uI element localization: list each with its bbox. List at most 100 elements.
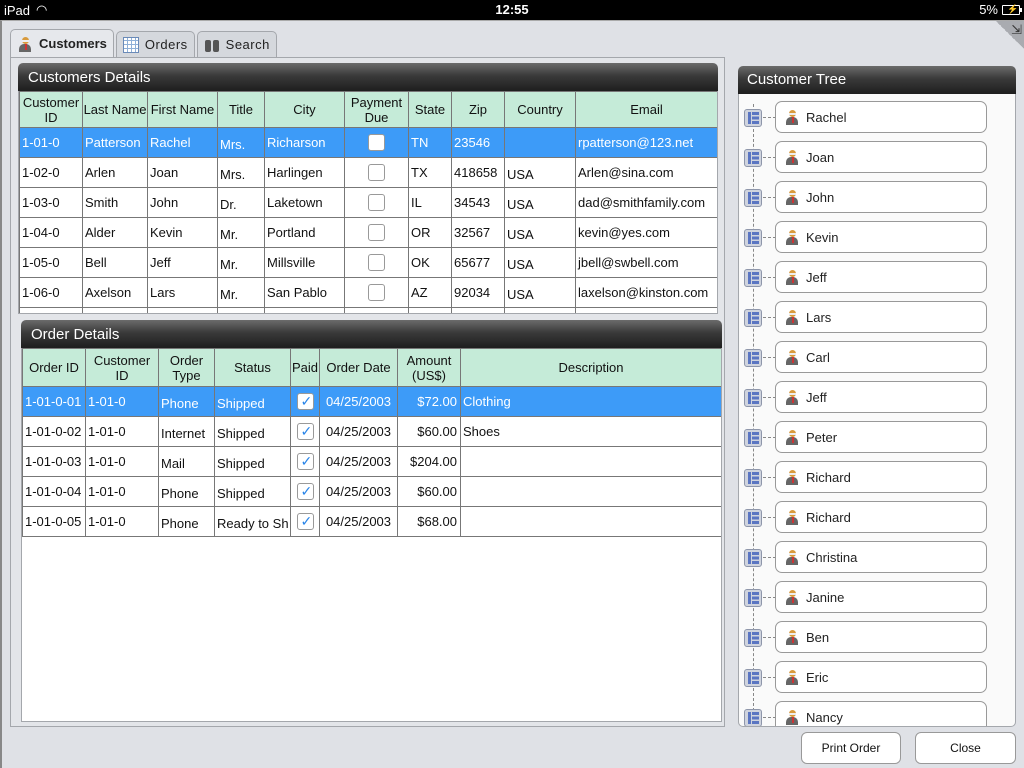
tree-node-icon[interactable] bbox=[744, 149, 762, 167]
tree-item[interactable]: Carl bbox=[739, 336, 1015, 376]
customer-tree[interactable]: Rachel Joan John Kevin Jeff Lars Carl Jeff Peter… bbox=[738, 94, 1016, 727]
last-cell: Bell bbox=[82, 247, 148, 278]
tree-node-label: Richard bbox=[806, 509, 851, 525]
type-cell: Phone bbox=[158, 476, 215, 507]
tree-node-icon[interactable] bbox=[744, 429, 762, 447]
tree-node-icon[interactable] bbox=[744, 269, 762, 287]
tree-node-card[interactable]: Richard bbox=[775, 501, 987, 533]
tab-search[interactable]: Search bbox=[196, 31, 277, 57]
tab-customers[interactable]: Customers bbox=[10, 29, 114, 57]
tree-node-card[interactable]: Janine bbox=[775, 581, 987, 613]
tree-node-card[interactable]: Christina bbox=[775, 541, 987, 573]
paid-checkbox[interactable] bbox=[296, 423, 314, 441]
tree-item[interactable]: Lars bbox=[739, 296, 1015, 336]
tree-node-card[interactable]: Peter bbox=[775, 421, 987, 453]
table-row[interactable]: 1-01-0-051-01-0PhoneReady to Sh 04/25/200… bbox=[22, 506, 721, 537]
table-row[interactable]: 1-03-0 Smith John Dr. Laketown IL 34543 USA dad@… bbox=[19, 187, 717, 218]
tree-node-card[interactable]: Lars bbox=[775, 301, 987, 333]
tree-node-icon[interactable] bbox=[744, 229, 762, 247]
customer-tree-panel: Customer Tree Rachel Joan John Kevin Jeff Lar… bbox=[738, 66, 1016, 727]
tree-node-icon[interactable] bbox=[744, 109, 762, 127]
state-cell: TN bbox=[408, 127, 452, 158]
column-header: Status bbox=[214, 348, 291, 387]
amount-cell: $60.00 bbox=[397, 416, 461, 447]
tree-node-icon[interactable] bbox=[744, 669, 762, 687]
first-cell: Kevin bbox=[147, 217, 218, 248]
table-row[interactable]: 1-06-0 Axelson Lars Mr. San Pablo AZ 92034 USA l… bbox=[19, 277, 717, 308]
tree-node-card[interactable]: Joan bbox=[775, 141, 987, 173]
battery-percent: 5% bbox=[979, 2, 998, 17]
paid-checkbox[interactable] bbox=[296, 453, 314, 471]
print-order-button[interactable]: Print Order bbox=[801, 732, 901, 764]
tree-node-card[interactable]: Eric bbox=[775, 661, 987, 693]
tree-item[interactable]: Christina bbox=[739, 536, 1015, 576]
tree-item[interactable]: Ben bbox=[739, 616, 1015, 656]
tree-node-card[interactable]: Richard bbox=[775, 461, 987, 493]
table-row[interactable]: 1-01-0-031-01-0MailShipped 04/25/2003$204… bbox=[22, 446, 721, 477]
desc-cell: Clothing bbox=[460, 386, 721, 417]
paid-checkbox[interactable] bbox=[296, 513, 314, 531]
table-row[interactable]: 1-01-0-021-01-0InternetShipped 04/25/2003… bbox=[22, 416, 721, 447]
paid-checkbox[interactable] bbox=[296, 393, 314, 411]
tree-node-card[interactable]: Rachel bbox=[775, 101, 987, 133]
tab-label: Search bbox=[225, 37, 270, 52]
type-cell: Phone bbox=[158, 506, 215, 537]
payment-due-checkbox[interactable] bbox=[368, 224, 385, 242]
payment-due-checkbox[interactable] bbox=[368, 254, 385, 272]
tree-node-icon[interactable] bbox=[744, 629, 762, 647]
payment-due-checkbox[interactable] bbox=[368, 284, 385, 302]
column-header: Title bbox=[217, 91, 265, 128]
tree-node-card[interactable]: Ben bbox=[775, 621, 987, 653]
paid-checkbox[interactable] bbox=[296, 483, 314, 501]
person-icon bbox=[784, 309, 800, 325]
tree-node-card[interactable]: Jeff bbox=[775, 381, 987, 413]
tab-orders[interactable]: Orders bbox=[115, 31, 195, 57]
desc-cell: Shoes bbox=[460, 416, 721, 447]
tree-node-card[interactable]: Jeff bbox=[775, 261, 987, 293]
table-row[interactable]: 1-01-0 Patterson Rachel Mrs. Richarson TN 2354… bbox=[19, 127, 717, 158]
tree-item[interactable]: Peter bbox=[739, 416, 1015, 456]
column-header: Order Type bbox=[158, 348, 215, 387]
tree-node-icon[interactable] bbox=[744, 589, 762, 607]
tree-item[interactable]: John bbox=[739, 176, 1015, 216]
country-cell: USA bbox=[504, 187, 576, 218]
tree-node-icon[interactable] bbox=[744, 509, 762, 527]
tree-item[interactable]: Janine bbox=[739, 576, 1015, 616]
tree-item[interactable]: Richard bbox=[739, 456, 1015, 496]
date-cell: 04/25/2003 bbox=[319, 416, 398, 447]
payment-due-checkbox[interactable] bbox=[368, 194, 385, 212]
table-row[interactable]: 1-01-0-011-01-0PhoneShipped 04/25/2003$72… bbox=[22, 386, 721, 417]
tree-item[interactable]: Rachel bbox=[739, 96, 1015, 136]
payment-due-checkbox[interactable] bbox=[368, 164, 385, 182]
table-row[interactable]: 1-05-0 Bell Jeff Mr. Millsville OK 65677 USA jbe… bbox=[19, 247, 717, 278]
tree-item[interactable]: Joan bbox=[739, 136, 1015, 176]
person-icon bbox=[784, 269, 800, 285]
tree-node-icon[interactable] bbox=[744, 709, 762, 726]
tree-node-icon[interactable] bbox=[744, 469, 762, 487]
tree-item[interactable]: Nancy bbox=[739, 696, 1015, 726]
tree-node-icon[interactable] bbox=[744, 349, 762, 367]
tree-node-label: John bbox=[806, 189, 835, 205]
tree-item[interactable]: Richard bbox=[739, 496, 1015, 536]
collapse-corner[interactable]: ⇲ bbox=[996, 21, 1024, 49]
amount-cell: $72.00 bbox=[397, 386, 461, 417]
type-cell: Phone bbox=[158, 386, 215, 417]
table-row[interactable]: 1-01-0-041-01-0PhoneShipped 04/25/2003$60… bbox=[22, 476, 721, 507]
tree-node-card[interactable]: Kevin bbox=[775, 221, 987, 253]
table-row[interactable]: 1-02-0 Arlen Joan Mrs. Harlingen TX 418658 USA A… bbox=[19, 157, 717, 188]
close-button[interactable]: Close bbox=[915, 732, 1016, 764]
tree-node-card[interactable]: John bbox=[775, 181, 987, 213]
tree-node-card[interactable]: Nancy bbox=[775, 701, 987, 726]
payment-due-checkbox[interactable] bbox=[368, 134, 385, 152]
tree-node-icon[interactable] bbox=[744, 189, 762, 207]
tree-item[interactable]: Jeff bbox=[739, 376, 1015, 416]
tree-node-icon[interactable] bbox=[744, 389, 762, 407]
tree-item[interactable]: Kevin bbox=[739, 216, 1015, 256]
tree-item[interactable]: Jeff bbox=[739, 256, 1015, 296]
table-row[interactable]: 1-04-0 Alder Kevin Mr. Portland OR 32567 USA kev… bbox=[19, 217, 717, 248]
column-header: Payment Due bbox=[344, 91, 409, 128]
tree-node-icon[interactable] bbox=[744, 549, 762, 567]
tree-node-card[interactable]: Carl bbox=[775, 341, 987, 373]
tree-item[interactable]: Eric bbox=[739, 656, 1015, 696]
tree-node-icon[interactable] bbox=[744, 309, 762, 327]
